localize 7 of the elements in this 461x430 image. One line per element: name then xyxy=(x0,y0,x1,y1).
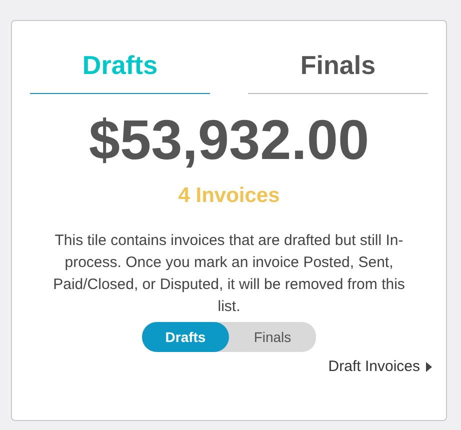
description-text: This tile contains invoices that are drafted but still In-process. Once you mark an invoice Posted, Sent, Paid/Closed, or Disputed, it will be removed from this list. xyxy=(52,231,406,317)
total-amount: $53,932.00 xyxy=(88,108,370,172)
toggle-option[interactable]: Finals xyxy=(229,322,316,352)
toggle-option[interactable]: Drafts xyxy=(142,322,229,352)
draft-invoices-link[interactable]: Draft Invoices xyxy=(328,358,432,375)
caret-icon xyxy=(426,362,432,372)
tab[interactable]: Finals xyxy=(248,21,428,94)
